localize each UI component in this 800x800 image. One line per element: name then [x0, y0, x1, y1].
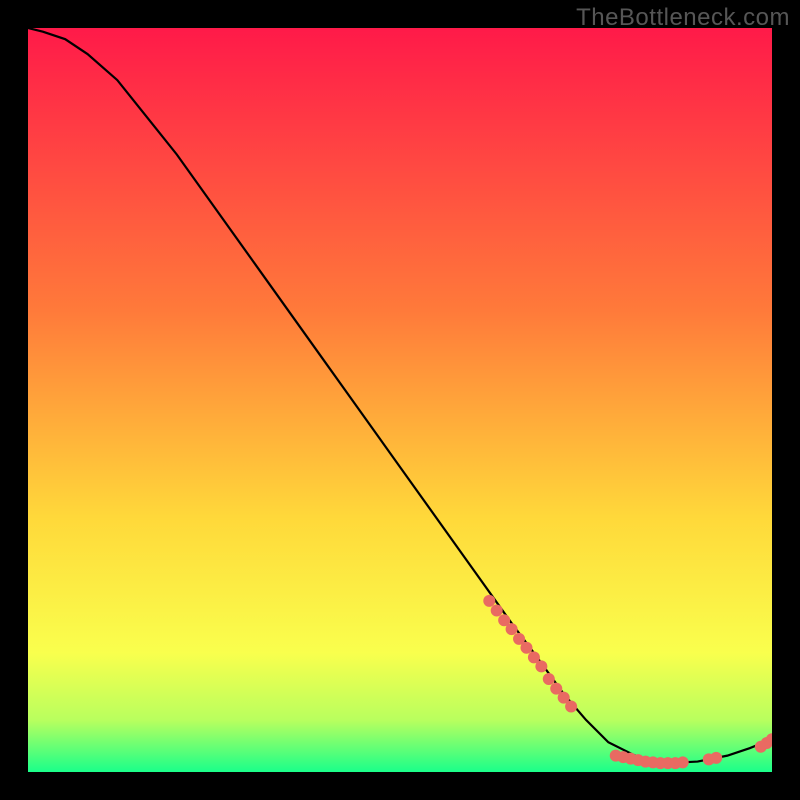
- marker-dot: [535, 660, 547, 672]
- marker-dot: [565, 701, 577, 713]
- marker-dot: [491, 605, 503, 617]
- marker-dot: [677, 756, 689, 768]
- gradient-background: [28, 28, 772, 772]
- chart-stage: TheBottleneck.com: [0, 0, 800, 800]
- marker-dot: [520, 642, 532, 654]
- marker-dot: [710, 752, 722, 764]
- marker-dot: [543, 673, 555, 685]
- marker-dot: [483, 595, 495, 607]
- plot-area: [28, 28, 772, 772]
- plot-svg: [28, 28, 772, 772]
- marker-dot: [506, 623, 518, 635]
